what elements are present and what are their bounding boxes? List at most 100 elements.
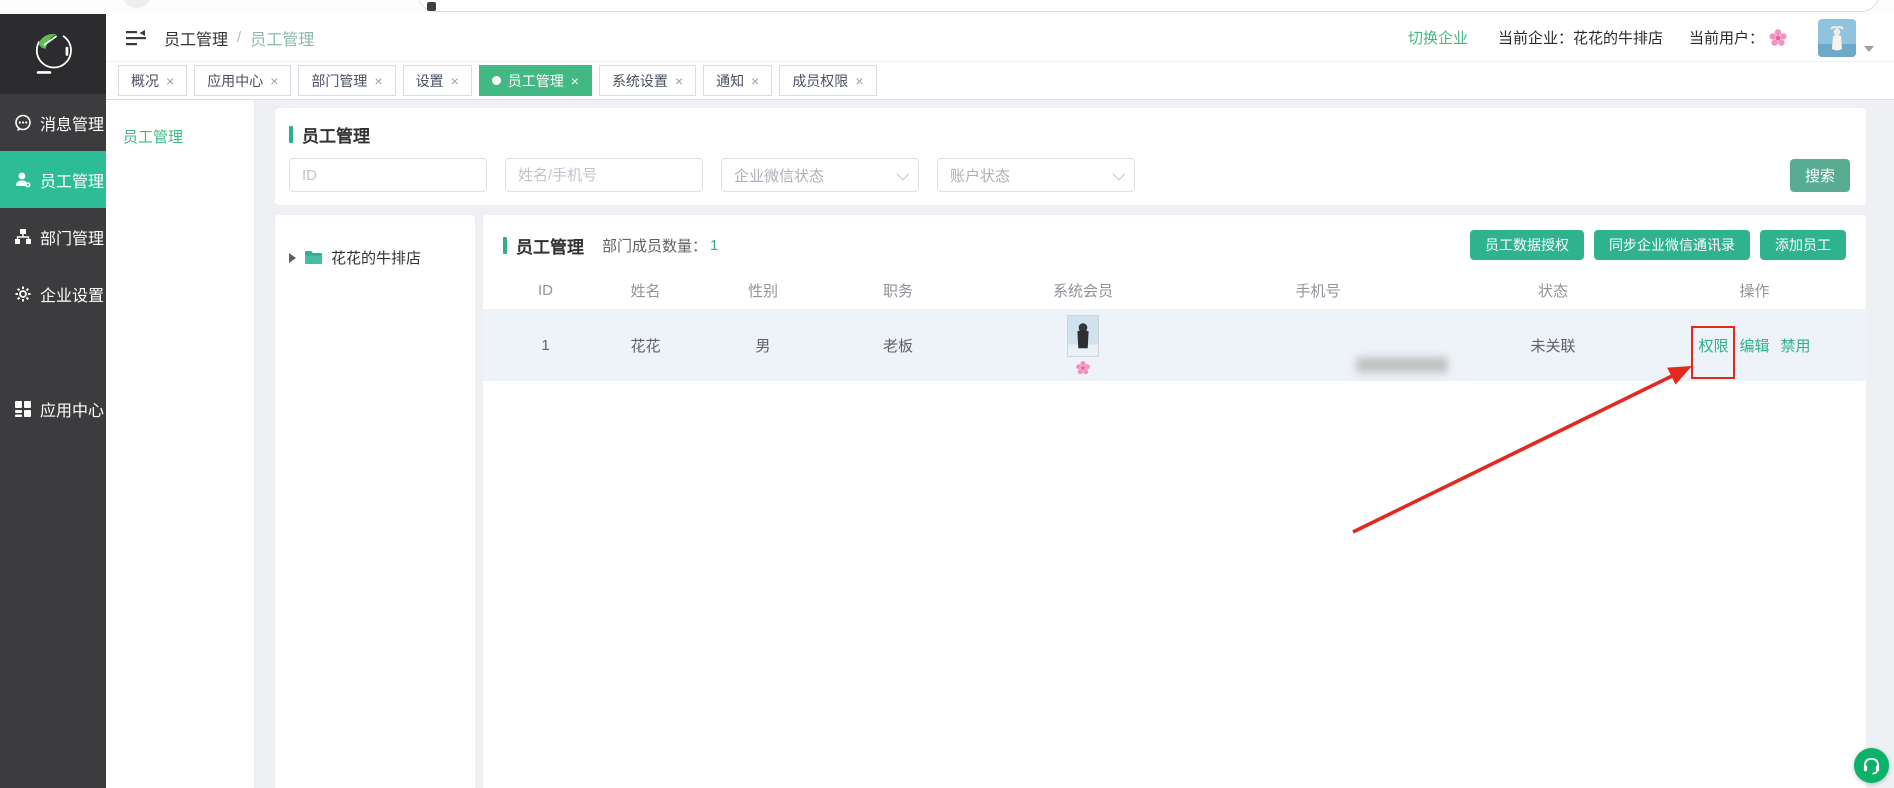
gear-icon xyxy=(13,284,32,303)
user-icon xyxy=(13,170,32,189)
tab-settings[interactable]: 设置 xyxy=(403,65,472,96)
tab-overview[interactable]: 概况 xyxy=(118,65,187,96)
tab-close-icon[interactable] xyxy=(751,73,759,89)
tab-close-icon[interactable] xyxy=(571,73,579,89)
user-menu-caret-icon[interactable] xyxy=(1864,46,1874,52)
switch-company-link[interactable]: 切换企业 xyxy=(1408,27,1468,48)
add-employee-button[interactable]: 添加员工 xyxy=(1760,230,1846,260)
col-gender: 性别 xyxy=(703,280,823,301)
col-name: 姓名 xyxy=(588,280,703,301)
title-accent-bar xyxy=(289,126,293,143)
current-company-label: 当前企业： xyxy=(1498,27,1573,48)
cell-system-member xyxy=(973,315,1193,376)
app-sidebar: 消息管理 员工管理 部门管理 企业设置 应用中心 xyxy=(0,14,106,788)
disable-link[interactable]: 禁用 xyxy=(1781,335,1811,356)
logo-icon xyxy=(26,27,80,81)
account-status-placeholder: 账户状态 xyxy=(950,165,1010,186)
submenu-item-employee-management[interactable]: 员工管理 xyxy=(123,126,254,147)
tab-notifications[interactable]: 通知 xyxy=(703,65,772,96)
sakura-flower-icon xyxy=(1768,28,1788,48)
tab-close-icon[interactable] xyxy=(675,73,683,89)
tab-label: 部门管理 xyxy=(311,71,367,91)
col-job: 职务 xyxy=(823,280,973,301)
open-tabs-bar: 概况 应用中心 部门管理 设置 员工管理 系统设置 通知 成员权限 xyxy=(106,62,1894,100)
tab-department-management[interactable]: 部门管理 xyxy=(298,65,395,96)
cell-operations: 权限 编辑 禁用 xyxy=(1663,335,1846,356)
sidebar-item-label: 应用中心 xyxy=(40,397,104,421)
cell-job: 老板 xyxy=(823,335,973,356)
browser-glyph-remnant xyxy=(427,2,436,11)
avatar-photo xyxy=(1818,19,1856,57)
sync-wechat-contacts-button[interactable]: 同步企业微信通讯录 xyxy=(1594,230,1750,260)
tab-label: 设置 xyxy=(416,71,444,91)
current-company-value: 花花的牛排店 xyxy=(1573,27,1663,48)
table-actions-group: 员工数据授权 同步企业微信通讯录 添加员工 xyxy=(1470,230,1846,260)
current-company: 当前企业： 花花的牛排店 xyxy=(1498,27,1663,48)
sidebar-item-department-management[interactable]: 部门管理 xyxy=(0,208,106,265)
current-user-label: 当前用户： xyxy=(1689,27,1764,48)
wechat-status-placeholder: 企业微信状态 xyxy=(734,165,824,186)
tab-app-center[interactable]: 应用中心 xyxy=(194,65,291,96)
wechat-status-select[interactable]: 企业微信状态 xyxy=(721,158,919,192)
chevron-down-icon xyxy=(1113,167,1126,180)
submenu-panel: 员工管理 xyxy=(106,100,255,788)
employee-data-authorize-button[interactable]: 员工数据授权 xyxy=(1470,230,1584,260)
permission-link[interactable]: 权限 xyxy=(1698,338,1728,355)
table-section-title: 员工管理 xyxy=(516,233,584,258)
customer-service-button[interactable] xyxy=(1854,748,1889,783)
headset-icon xyxy=(1861,755,1882,776)
tab-member-permissions[interactable]: 成员权限 xyxy=(779,65,876,96)
tab-label: 成员权限 xyxy=(792,71,848,91)
folder-icon xyxy=(304,250,323,265)
top-strip xyxy=(0,0,1894,14)
tab-employee-management-active[interactable]: 员工管理 xyxy=(479,65,592,96)
sidebar-item-message-management[interactable]: 消息管理 xyxy=(0,94,106,151)
sidebar-item-app-center[interactable]: 应用中心 xyxy=(0,380,106,437)
grid-icon xyxy=(13,399,32,418)
sidebar-item-employee-management[interactable]: 员工管理 xyxy=(0,151,106,208)
filter-card-title-row: 员工管理 xyxy=(275,108,1866,147)
account-status-select[interactable]: 账户状态 xyxy=(937,158,1135,192)
col-status: 状态 xyxy=(1443,280,1663,301)
id-filter-input[interactable] xyxy=(289,158,487,192)
name-phone-filter-input[interactable] xyxy=(505,158,703,192)
department-tree-panel: 花花的牛排店 xyxy=(275,215,475,788)
title-accent-bar xyxy=(503,237,507,254)
sidebar-item-label: 员工管理 xyxy=(40,168,104,192)
tab-close-icon[interactable] xyxy=(855,73,863,89)
hamburger-arrow-icon xyxy=(126,30,146,46)
tab-label: 应用中心 xyxy=(207,71,263,91)
tab-close-icon[interactable] xyxy=(270,73,278,89)
tab-system-settings[interactable]: 系统设置 xyxy=(599,65,696,96)
employee-table-panel: 员工管理 部门成员数量： 1 员工数据授权 同步企业微信通讯录 添加员工 ID … xyxy=(483,215,1866,788)
search-button[interactable]: 搜索 xyxy=(1790,159,1850,192)
member-count-label: 部门成员数量： xyxy=(602,235,707,256)
tree-expand-caret-icon[interactable] xyxy=(289,253,296,263)
table-header-row: ID 姓名 性别 职务 系统会员 手机号 状态 操作 xyxy=(503,271,1846,309)
member-count-value: 1 xyxy=(710,237,718,254)
tab-label: 系统设置 xyxy=(612,71,668,91)
sidebar-item-company-settings[interactable]: 企业设置 xyxy=(0,265,106,322)
tree-node-root[interactable]: 花花的牛排店 xyxy=(289,247,475,268)
current-user: 当前用户： xyxy=(1689,27,1788,48)
content-area: 员工管理 企业微信状态 账户状态 搜索 花花的牛排店 xyxy=(255,100,1894,788)
col-phone: 手机号 xyxy=(1193,280,1443,301)
breadcrumb-separator: / xyxy=(237,29,241,46)
tab-close-icon[interactable] xyxy=(166,73,174,89)
tab-close-icon[interactable] xyxy=(451,73,459,89)
sidebar-collapse-button[interactable] xyxy=(126,30,146,46)
sidebar-item-label: 部门管理 xyxy=(40,225,104,249)
tree-node-label: 花花的牛排店 xyxy=(331,247,421,268)
sakura-flower-icon xyxy=(1075,360,1091,376)
edit-link[interactable]: 编辑 xyxy=(1739,335,1769,356)
col-system-member: 系统会员 xyxy=(973,280,1193,301)
table-row: 1 花花 男 老板 未关联 权限 xyxy=(483,309,1866,381)
sidebar-item-label: 消息管理 xyxy=(40,111,104,135)
browser-circle-remnant xyxy=(122,0,152,8)
tab-label: 概况 xyxy=(131,71,159,91)
breadcrumb-root[interactable]: 员工管理 xyxy=(164,26,228,50)
tab-close-icon[interactable] xyxy=(374,73,382,89)
app-logo xyxy=(0,14,106,94)
user-avatar[interactable] xyxy=(1818,19,1856,57)
cell-id: 1 xyxy=(503,337,588,354)
